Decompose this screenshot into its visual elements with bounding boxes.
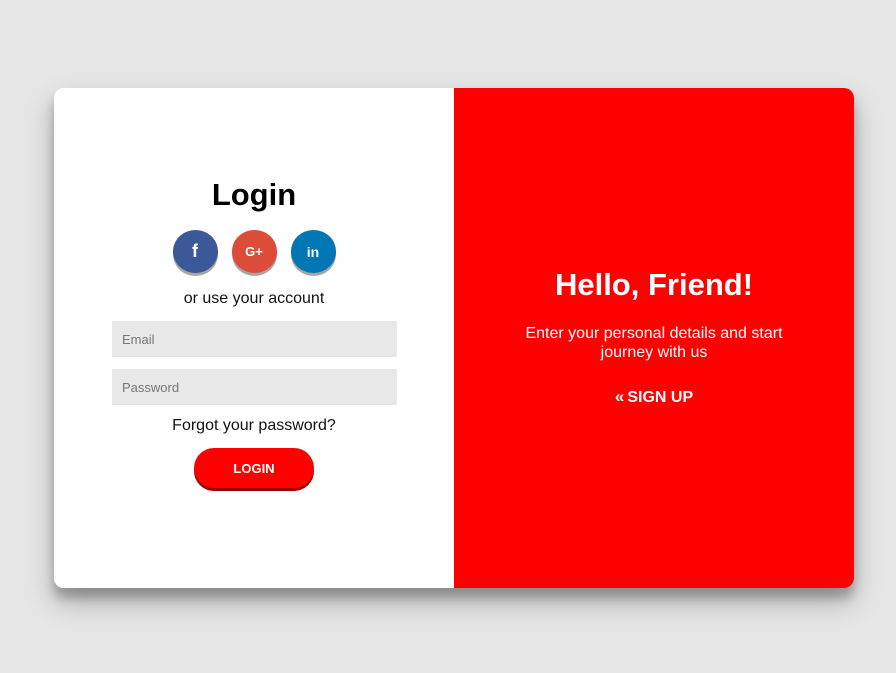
google-plus-icon: G+	[245, 244, 263, 259]
google-plus-button[interactable]: G+	[231, 230, 277, 273]
facebook-button[interactable]: f	[172, 230, 218, 273]
alt-login-text: or use your account	[183, 290, 325, 307]
signup-panel: Hello, Friend! Enter your personal detai…	[454, 88, 854, 588]
auth-card: Login f G+ in or use your account Forgot…	[54, 88, 854, 588]
signup-title: Hello, Friend!	[554, 267, 754, 302]
signup-label: SIGN UP	[627, 389, 694, 406]
password-field[interactable]	[112, 369, 397, 405]
linkedin-button[interactable]: in	[290, 230, 336, 273]
social-buttons: f G+ in	[54, 230, 454, 273]
signup-link[interactable]: «SIGN UP	[454, 387, 854, 407]
facebook-icon: f	[192, 241, 198, 261]
double-chevron-left-icon: «	[614, 387, 625, 406]
forgot-password-link[interactable]: Forgot your password?	[54, 417, 454, 435]
signup-description: Enter your personal details and start jo…	[525, 325, 783, 361]
login-title: Login	[211, 177, 297, 212]
email-field[interactable]	[112, 321, 397, 357]
linkedin-icon: in	[306, 243, 320, 260]
login-panel: Login f G+ in or use your account Forgot…	[54, 88, 454, 588]
login-button[interactable]: LOGIN	[194, 448, 314, 488]
